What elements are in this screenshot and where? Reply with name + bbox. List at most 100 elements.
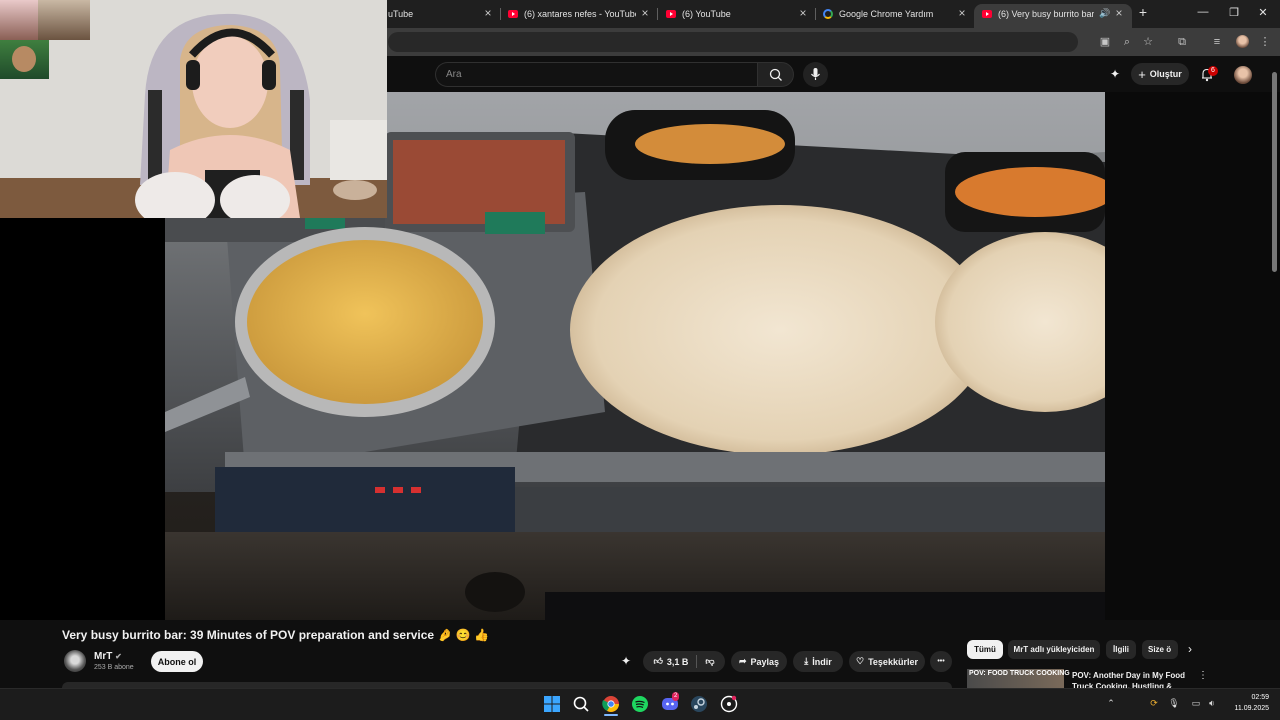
recommendation-menu-icon[interactable]: ⋮: [1198, 670, 1208, 681]
tab-label: (6) xantares nefes - YouTube: [524, 9, 636, 19]
youtube-favicon-icon: [982, 10, 992, 18]
dislike-button[interactable]: 👎︎: [705, 656, 714, 667]
tab-close-icon[interactable]: ×: [955, 6, 969, 20]
tray-network-icon[interactable]: ▭: [1190, 698, 1202, 709]
new-tab-button[interactable]: +: [1135, 4, 1151, 20]
create-label: Oluştur: [1149, 69, 1182, 79]
thanks-button[interactable]: ♡ Teşekkürler: [849, 651, 925, 672]
account-avatar[interactable]: [1234, 66, 1252, 84]
search-icon: [769, 68, 782, 81]
windows-start-icon[interactable]: [542, 694, 562, 714]
tray-app-icon[interactable]: ⟳: [1148, 698, 1160, 709]
obs-icon[interactable]: [719, 694, 739, 714]
tab-label: (6) Very busy burrito bar: 3: [998, 9, 1094, 19]
sparkle-icon[interactable]: ✦: [1110, 67, 1120, 81]
tab-youtube-partial[interactable]: uTube: [388, 4, 478, 24]
thanks-icon: ♡: [856, 656, 865, 666]
download-button[interactable]: ⤓ İndir: [793, 651, 843, 672]
chip-for-you[interactable]: Size ö: [1142, 640, 1178, 659]
tab-label: uTube: [388, 9, 414, 19]
share-label: Paylaş: [750, 656, 780, 667]
tab-label: (6) YouTube: [682, 9, 731, 19]
address-bar[interactable]: [388, 32, 1078, 52]
spotify-icon[interactable]: [630, 694, 650, 714]
google-favicon-icon: [823, 9, 833, 19]
sparkle-ask-icon[interactable]: ✦: [621, 654, 631, 668]
tray-volume-icon[interactable]: 🔉︎: [1206, 698, 1218, 709]
clock-time[interactable]: 02:59: [1243, 694, 1269, 701]
share-icon: ➦: [738, 656, 747, 666]
subscriber-count: 253 B abone: [94, 664, 134, 671]
video-left-margin: [0, 218, 165, 620]
tab-chrome-help[interactable]: Google Chrome Yardım: [823, 4, 951, 24]
channel-name-text: MrT: [94, 651, 113, 662]
tray-chevron-up-icon[interactable]: ⌃: [1105, 698, 1117, 709]
search-icon[interactable]: [571, 694, 591, 714]
discord-badge: 2: [672, 692, 680, 701]
media-controls-icon[interactable]: ≡: [1210, 35, 1224, 49]
like-button[interactable]: 👍︎ 3,1 B: [653, 656, 688, 667]
cast-icon[interactable]: ▣: [1098, 35, 1112, 49]
youtube-favicon-icon: [508, 10, 518, 18]
steam-icon[interactable]: [689, 694, 709, 714]
like-dislike-group: 👍︎ 3,1 B 👎︎: [643, 651, 725, 672]
microphone-icon: [811, 68, 820, 80]
like-count: 3,1 B: [666, 656, 689, 667]
tab-close-icon[interactable]: ×: [481, 6, 495, 20]
verified-badge-icon: ✔: [115, 652, 122, 661]
chip-from-uploader[interactable]: MrT adlı yükleyiciden: [1008, 640, 1100, 659]
profile-avatar[interactable]: [1236, 35, 1249, 48]
tab-xantares[interactable]: (6) xantares nefes - YouTube: [508, 4, 636, 24]
guest-cam-1: [0, 0, 38, 40]
thumbs-up-icon: 👍︎: [653, 656, 663, 666]
minimize-button[interactable]: —: [1195, 6, 1211, 18]
search-button[interactable]: [757, 62, 794, 87]
divider: [696, 655, 698, 668]
download-label: İndir: [812, 656, 832, 667]
chevron-right-icon[interactable]: ›: [1188, 642, 1192, 656]
tab-close-icon[interactable]: ×: [1112, 6, 1126, 20]
tab-youtube-home[interactable]: (6) YouTube: [666, 4, 794, 24]
tab-separator: [657, 8, 658, 20]
plus-icon: +: [1138, 66, 1146, 82]
subscribe-button[interactable]: Abone ol: [151, 651, 203, 672]
youtube-favicon-icon: [666, 10, 676, 18]
kebab-menu-icon[interactable]: ⋮: [1258, 35, 1272, 49]
thumbs-down-icon: 👎︎: [705, 656, 715, 666]
clock-date[interactable]: 11.09.2025: [1227, 705, 1269, 712]
create-button[interactable]: + Oluştur: [1131, 63, 1189, 85]
video-title: Very busy burrito bar: 39 Minutes of POV…: [62, 628, 489, 642]
tray-microphone-icon[interactable]: 🎙︎: [1168, 698, 1180, 709]
zoom-icon[interactable]: ⌕: [1120, 35, 1134, 49]
guest-cam-2: [38, 0, 90, 40]
video-side-panel: [1105, 92, 1280, 620]
thanks-label: Teşekkürler: [868, 656, 918, 667]
audio-playing-icon[interactable]: 🔊: [1098, 6, 1112, 20]
tab-separator: [815, 8, 816, 20]
tab-close-icon[interactable]: ×: [638, 6, 652, 20]
channel-name[interactable]: MrT ✔: [94, 651, 122, 662]
notification-badge: 6: [1208, 66, 1218, 76]
tab-burrito-active[interactable]: (6) Very busy burrito bar: 3: [982, 4, 1094, 24]
more-actions-button[interactable]: •••: [930, 651, 952, 672]
chip-all[interactable]: Tümü: [967, 640, 1003, 659]
voice-search-button[interactable]: [803, 62, 828, 87]
channel-avatar[interactable]: [64, 650, 86, 672]
recommendation-title[interactable]: POV: Another Day in My Food Truck Cookin…: [1072, 670, 1192, 690]
close-window-button[interactable]: ✕: [1255, 6, 1271, 19]
download-icon: ⤓: [804, 656, 809, 666]
share-button[interactable]: ➦ Paylaş: [731, 651, 787, 672]
page-scrollbar-thumb[interactable]: [1272, 72, 1277, 272]
guest-face: [12, 46, 36, 72]
extensions-icon[interactable]: ⧉: [1175, 35, 1189, 49]
search-input[interactable]: Ara: [435, 62, 757, 87]
chip-related[interactable]: İlgili: [1106, 640, 1136, 659]
active-app-indicator: [604, 714, 618, 716]
restore-button[interactable]: ❐: [1226, 6, 1242, 19]
tab-separator: [500, 8, 501, 20]
tab-label: Google Chrome Yardım: [839, 9, 934, 19]
bookmark-star-icon[interactable]: ☆: [1141, 35, 1155, 49]
tab-close-icon[interactable]: ×: [796, 6, 810, 20]
thumbnail-caption: POV: FOOD TRUCK COOKING: [969, 670, 1070, 677]
chrome-icon[interactable]: [601, 694, 621, 714]
